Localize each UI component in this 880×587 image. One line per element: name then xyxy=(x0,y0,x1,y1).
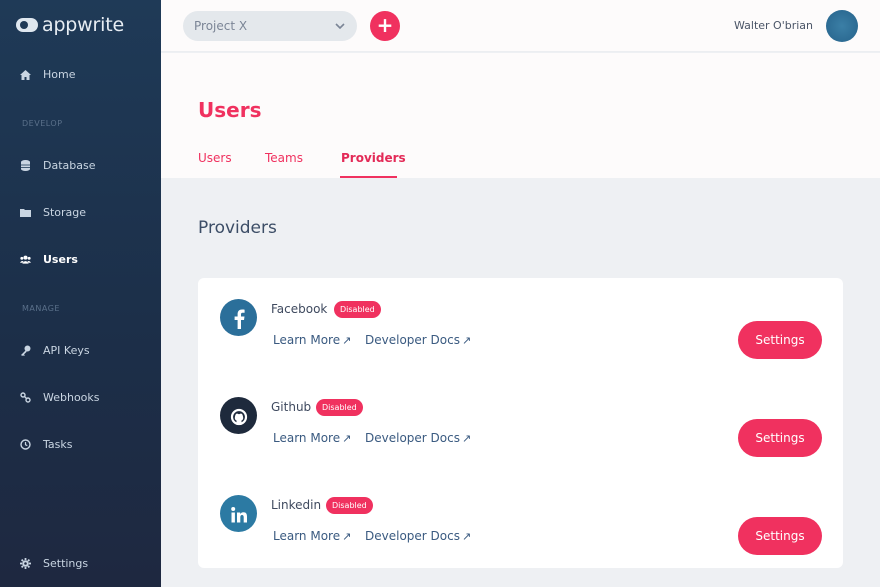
provider-row-github: Github Disabled Learn More ↗ Developer Do… xyxy=(198,397,843,477)
sidebar-item-label: Tasks xyxy=(43,438,73,451)
external-link-icon: ↗ xyxy=(342,334,352,347)
webhook-icon xyxy=(20,392,31,403)
status-badge: Disabled xyxy=(326,497,373,514)
sidebar-item-label: Webhooks xyxy=(43,391,100,404)
provider-row-facebook: Facebook Disabled Learn More ↗ Developer … xyxy=(198,299,843,379)
active-tab-indicator xyxy=(340,176,397,178)
provider-row-linkedin: Linkedin Disabled Learn More ↗ Developer … xyxy=(198,495,843,575)
key-icon xyxy=(20,345,31,356)
sidebar-item-api-keys[interactable]: API Keys xyxy=(20,344,90,357)
github-icon xyxy=(220,397,257,434)
appwrite-logo-icon xyxy=(16,17,38,33)
sidebar-item-storage[interactable]: Storage xyxy=(20,206,86,219)
settings-button[interactable]: Settings xyxy=(738,321,822,359)
status-badge: Disabled xyxy=(316,399,363,416)
tab-teams[interactable]: Teams xyxy=(265,151,303,165)
user-name[interactable]: Walter O'brian xyxy=(734,19,813,32)
tab-users[interactable]: Users xyxy=(198,151,232,165)
sidebar-item-settings[interactable]: Settings xyxy=(20,557,88,570)
status-badge: Disabled xyxy=(334,301,381,318)
logo-text: appwrite xyxy=(42,14,124,36)
external-link-icon: ↗ xyxy=(342,530,352,543)
link-label: Developer Docs xyxy=(365,333,460,347)
learn-more-link[interactable]: Learn More ↗ xyxy=(273,333,351,347)
link-label: Learn More xyxy=(273,529,341,543)
provider-name: Facebook xyxy=(271,302,328,316)
external-link-icon: ↗ xyxy=(461,530,472,543)
sidebar-item-webhooks[interactable]: Webhooks xyxy=(20,391,100,404)
sidebar-item-database[interactable]: Database xyxy=(20,159,96,172)
page-header: Users Users Teams Providers xyxy=(161,53,880,178)
sidebar-item-tasks[interactable]: Tasks xyxy=(20,438,72,451)
sidebar-item-label: Database xyxy=(43,159,96,172)
sidebar-item-label: API Keys xyxy=(43,344,90,357)
database-icon xyxy=(20,160,31,171)
sidebar-item-label: Users xyxy=(43,253,78,266)
tab-providers[interactable]: Providers xyxy=(341,151,406,165)
sidebar: appwrite Home DEVELOP Database Storage U… xyxy=(0,0,161,587)
gear-icon xyxy=(20,558,31,569)
top-bar: Project X + Walter O'brian xyxy=(161,0,880,52)
facebook-icon xyxy=(220,299,257,336)
developer-docs-link[interactable]: Developer Docs ↗ xyxy=(365,333,471,347)
providers-card: Facebook Disabled Learn More ↗ Developer … xyxy=(198,278,843,568)
provider-name: Github xyxy=(271,400,312,414)
chevron-down-icon xyxy=(335,11,345,41)
external-link-icon: ↗ xyxy=(461,432,472,445)
sidebar-item-label: Storage xyxy=(43,206,87,219)
section-label-develop: DEVELOP xyxy=(22,119,63,128)
folder-icon xyxy=(20,207,31,218)
developer-docs-link[interactable]: Developer Docs ↗ xyxy=(365,529,471,543)
sidebar-item-home[interactable]: Home xyxy=(20,68,75,81)
provider-name: Linkedin xyxy=(271,498,322,512)
link-label: Learn More xyxy=(273,431,341,445)
appwrite-logo[interactable]: appwrite xyxy=(16,14,124,36)
developer-docs-link[interactable]: Developer Docs ↗ xyxy=(365,431,471,445)
learn-more-link[interactable]: Learn More ↗ xyxy=(273,431,351,445)
sidebar-item-label: Home xyxy=(43,68,76,81)
external-link-icon: ↗ xyxy=(461,334,472,347)
sidebar-item-label: Settings xyxy=(43,557,89,570)
project-selector[interactable]: Project X xyxy=(183,11,357,41)
page-title: Users xyxy=(198,98,262,122)
sidebar-item-users[interactable]: Users xyxy=(20,253,78,266)
home-icon xyxy=(20,69,31,80)
link-label: Learn More xyxy=(273,333,341,347)
add-project-button[interactable]: + xyxy=(370,11,400,41)
settings-button[interactable]: Settings xyxy=(738,419,822,457)
users-icon xyxy=(20,254,31,265)
clock-icon xyxy=(20,439,31,450)
section-label-manage: MANAGE xyxy=(22,304,60,313)
link-label: Developer Docs xyxy=(365,529,460,543)
linkedin-icon xyxy=(220,495,257,532)
section-title: Providers xyxy=(198,218,277,238)
settings-button[interactable]: Settings xyxy=(738,517,822,555)
learn-more-link[interactable]: Learn More ↗ xyxy=(273,529,351,543)
link-label: Developer Docs xyxy=(365,431,460,445)
project-name: Project X xyxy=(194,19,248,33)
avatar[interactable] xyxy=(826,10,858,42)
external-link-icon: ↗ xyxy=(342,432,352,445)
